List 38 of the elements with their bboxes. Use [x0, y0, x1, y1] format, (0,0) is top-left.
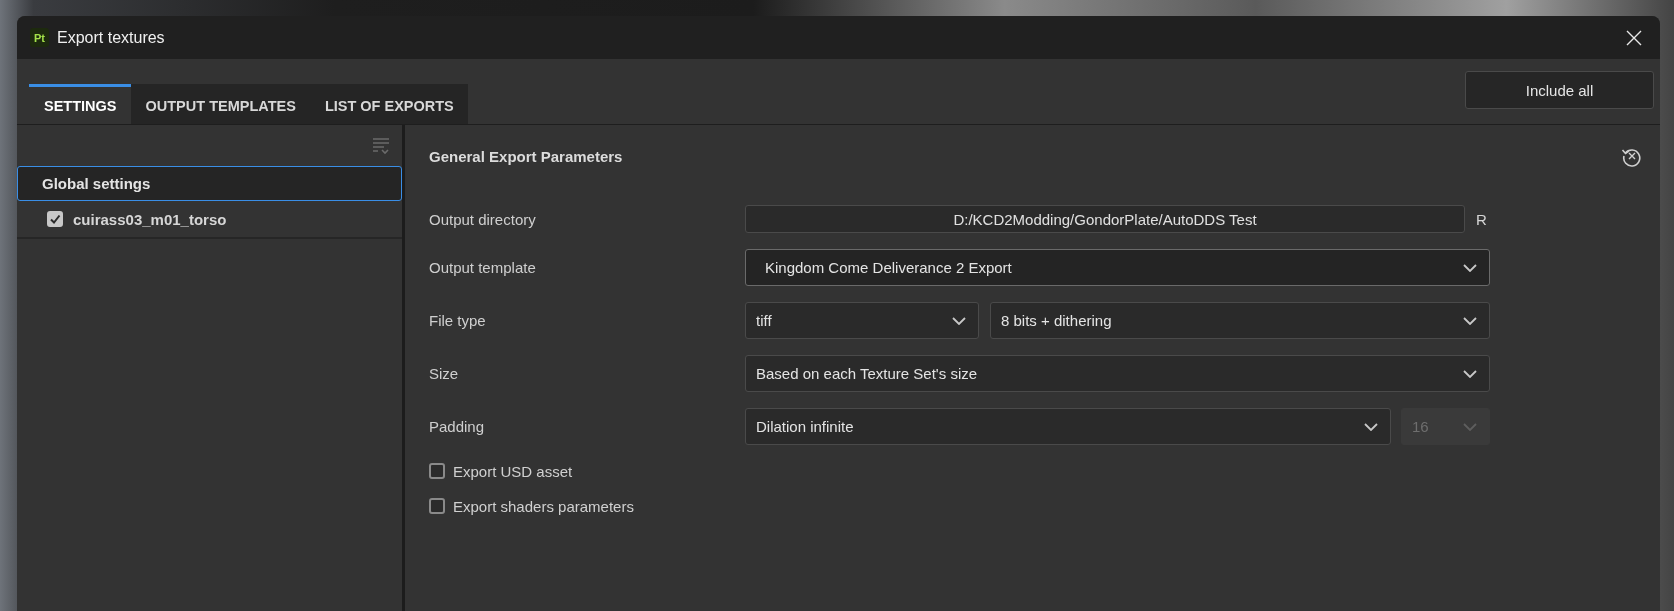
chevron-icon: [952, 316, 966, 325]
checkbox[interactable]: [429, 498, 445, 514]
checkbox-label: Export USD asset: [453, 462, 573, 480]
checkbox-label: Export shaders parameters: [453, 497, 634, 515]
field-label: Output template: [429, 259, 537, 276]
dropdown-value: Kingdom Come Deliverance 2 Export: [765, 259, 1013, 276]
dropdown[interactable]: tiff: [745, 302, 979, 339]
chevron-icon: [1364, 422, 1378, 431]
item-label: cuirass03_m01_torso: [73, 210, 227, 228]
checkbox[interactable]: [47, 211, 63, 227]
chevron-icon: [1463, 316, 1477, 325]
field-label: Size: [429, 365, 460, 382]
dropdown[interactable]: 8 bits + dithering: [990, 302, 1490, 339]
checkbox[interactable]: [429, 463, 445, 479]
dropdown[interactable]: Kingdom Come Deliverance 2 Export: [745, 249, 1490, 286]
field-label: Output directory: [429, 210, 537, 228]
sidebar-item[interactable]: cuirass03_m01_torso: [17, 201, 402, 239]
dropdown[interactable]: Dilation infinite: [745, 408, 1391, 445]
close-icon[interactable]: [1626, 29, 1642, 46]
dropdown-value: Dilation infinite: [756, 418, 855, 435]
chevron-icon: [1463, 422, 1477, 431]
dropdown-value: tiff: [756, 312, 773, 329]
field-label: File type: [429, 312, 487, 329]
dropdown-value: Based on each Texture Set's size: [756, 365, 979, 382]
field-label: Padding: [429, 418, 486, 435]
app-logo: Pt: [30, 28, 49, 47]
directory-field[interactable]: D:/KCD2Modding/GondorPlate/AutoDDS Test: [745, 205, 1465, 233]
chevron-icon: [1463, 369, 1477, 378]
chevron-icon: [1463, 263, 1477, 272]
include-all-button[interactable]: Include all: [1465, 71, 1654, 109]
dropdown[interactable]: Based on each Texture Set's size: [745, 355, 1490, 392]
dropdown-value: 8 bits + dithering: [1001, 312, 1113, 329]
tab[interactable]: SETTINGS: [29, 84, 131, 124]
section-title: General Export Parameters: [429, 147, 624, 165]
item-label: Global settings: [42, 175, 151, 192]
window-title: Export textures: [57, 28, 165, 47]
sidebar-item[interactable]: Global settings: [17, 166, 402, 201]
field-suffix: R: [1476, 210, 1488, 228]
